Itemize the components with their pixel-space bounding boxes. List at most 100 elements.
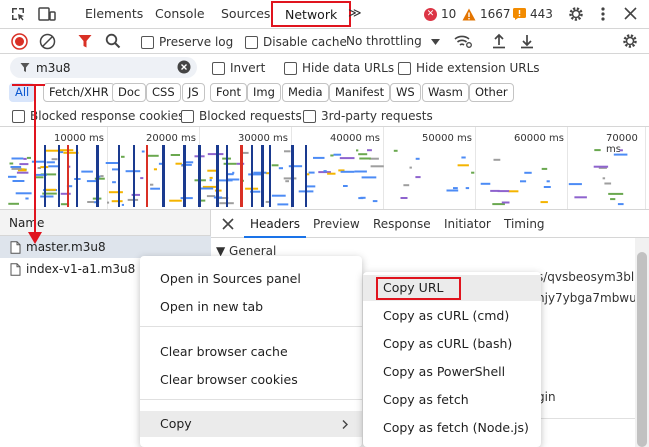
checkbox-box[interactable] bbox=[212, 61, 225, 75]
tab-initiator[interactable]: Initiator bbox=[444, 210, 491, 238]
device-toolbar-icon[interactable] bbox=[38, 6, 56, 22]
waterfall-marker bbox=[96, 145, 99, 207]
waterfall-bar bbox=[284, 150, 291, 153]
waterfall-bar bbox=[333, 153, 342, 156]
type-filter-js[interactable]: JS bbox=[182, 83, 205, 102]
type-filter-wasm[interactable]: Wasm bbox=[422, 83, 469, 102]
waterfall-bar bbox=[400, 197, 408, 199]
checkbox-box[interactable] bbox=[245, 35, 258, 49]
type-filter-font[interactable]: Font bbox=[210, 83, 248, 102]
waterfall-bar bbox=[86, 180, 98, 183]
type-filter-other[interactable]: Other bbox=[469, 83, 514, 102]
issues-counter[interactable]: 443 bbox=[513, 7, 553, 21]
tab-sources[interactable]: Sources bbox=[221, 0, 270, 28]
waterfall-bar bbox=[604, 182, 612, 185]
type-filter-ws[interactable]: WS bbox=[390, 83, 421, 102]
checkbox-box[interactable] bbox=[12, 109, 25, 123]
waterfall-bar bbox=[153, 168, 157, 171]
filter-input[interactable]: m3u8 bbox=[10, 57, 197, 78]
scrollbar-thumb[interactable] bbox=[637, 252, 647, 447]
close-devtools-icon[interactable] bbox=[624, 7, 637, 20]
type-filter-css[interactable]: CSS bbox=[146, 83, 181, 102]
name-column-header[interactable]: Name bbox=[9, 216, 44, 230]
type-filter-manifest[interactable]: Manifest bbox=[329, 83, 391, 102]
tab-network[interactable]: Network bbox=[271, 1, 352, 27]
menu-item-copy-as-fetch[interactable]: Copy as fetch bbox=[363, 387, 541, 413]
menu-item-copy-as-curl-bash[interactable]: Copy as cURL (bash) bbox=[363, 331, 541, 357]
filter-row: m3u8 Invert Hide data URLs Hide extensio… bbox=[0, 55, 649, 80]
waterfall-marker bbox=[216, 145, 219, 207]
hide-data-urls-checkbox[interactable]: Hide data URLs bbox=[284, 61, 394, 75]
inspect-element-icon[interactable] bbox=[10, 6, 26, 22]
annotation-arrow-shaft bbox=[12, 84, 45, 86]
waterfall-marker bbox=[76, 145, 78, 207]
third-party-requests-checkbox[interactable]: 3rd-party requests bbox=[303, 109, 433, 123]
tab-preview[interactable]: Preview bbox=[313, 210, 360, 238]
waterfall-bar bbox=[12, 180, 25, 182]
settings-gear-icon[interactable] bbox=[568, 6, 584, 22]
menu-item-copy-as-curl-cmd[interactable]: Copy as cURL (cmd) bbox=[363, 303, 541, 329]
waterfall-bar bbox=[25, 197, 29, 200]
menu-item-clear-browser-cache[interactable]: Clear browser cache bbox=[140, 339, 362, 365]
checkbox-box[interactable] bbox=[284, 61, 297, 75]
menu-item-copy-as-fetch-nodejs[interactable]: Copy as fetch (Node.js) bbox=[363, 415, 541, 441]
export-har-icon[interactable] bbox=[520, 33, 534, 49]
checkbox-box[interactable] bbox=[398, 61, 411, 75]
type-filter-media[interactable]: Media bbox=[282, 83, 329, 102]
close-details-icon[interactable] bbox=[222, 218, 234, 230]
timeline-overview[interactable]: 10000 ms 20000 ms 30000 ms 40000 ms 5000… bbox=[0, 127, 649, 210]
menu-item-copy[interactable]: Copy bbox=[140, 411, 362, 437]
network-toolbar: Preserve log Disable cache No throttling bbox=[0, 29, 649, 54]
record-stop-icon[interactable] bbox=[11, 33, 28, 50]
import-har-icon[interactable] bbox=[492, 33, 506, 49]
tab-response[interactable]: Response bbox=[373, 210, 431, 238]
checkbox-box[interactable] bbox=[181, 109, 194, 123]
menu-item-open-in-sources[interactable]: Open in Sources panel bbox=[140, 266, 362, 292]
warning-counter[interactable]: 1667 bbox=[462, 7, 511, 21]
menu-item-clear-browser-cookies[interactable]: Clear browser cookies bbox=[140, 367, 362, 393]
chevron-right-icon bbox=[342, 420, 348, 429]
tab-elements[interactable]: Elements bbox=[85, 0, 143, 28]
disable-cache-checkbox[interactable]: Disable cache bbox=[245, 35, 347, 49]
waterfall-bar bbox=[8, 202, 19, 205]
filter-funnel-icon[interactable] bbox=[78, 34, 92, 49]
waterfall-bar bbox=[107, 201, 110, 204]
more-options-icon[interactable] bbox=[600, 6, 606, 22]
waterfall-bar bbox=[617, 203, 624, 206]
clear-filter-icon[interactable] bbox=[177, 60, 191, 74]
invert-checkbox[interactable]: Invert bbox=[212, 61, 265, 75]
menu-item-copy-as-powershell[interactable]: Copy as PowerShell bbox=[363, 359, 541, 385]
type-filter-doc[interactable]: Doc bbox=[112, 83, 147, 102]
preserve-log-checkbox[interactable]: Preserve log bbox=[141, 35, 233, 49]
checkbox-box[interactable] bbox=[141, 35, 154, 49]
blocked-response-cookies-checkbox[interactable]: Blocked response cookies bbox=[12, 109, 184, 123]
search-icon[interactable] bbox=[105, 33, 121, 49]
waterfall-bar bbox=[127, 198, 139, 201]
details-scrollbar[interactable] bbox=[635, 238, 649, 447]
waterfall-bar bbox=[8, 175, 17, 178]
tab-timing[interactable]: Timing bbox=[504, 210, 545, 238]
network-conditions-icon[interactable] bbox=[454, 34, 472, 49]
menu-item-open-in-new-tab[interactable]: Open in new tab bbox=[140, 294, 362, 320]
type-filter-img[interactable]: Img bbox=[247, 83, 281, 102]
hide-extension-urls-checkbox[interactable]: Hide extension URLs bbox=[398, 61, 540, 75]
network-settings-gear-icon[interactable] bbox=[622, 33, 638, 49]
waterfall-bar bbox=[323, 170, 327, 173]
annotation-arrow-head bbox=[28, 232, 42, 244]
blocked-requests-checkbox[interactable]: Blocked requests bbox=[181, 109, 302, 123]
waterfall-bar bbox=[493, 158, 501, 161]
waterfall-bar bbox=[361, 176, 377, 179]
waterfall-bar bbox=[461, 156, 466, 159]
error-counter[interactable]: ✕ 10 bbox=[424, 7, 456, 21]
throttling-select[interactable]: No throttling bbox=[346, 34, 422, 48]
tab-console[interactable]: Console bbox=[155, 0, 205, 28]
waterfall-bar bbox=[372, 200, 378, 203]
waterfall-bar bbox=[613, 153, 628, 156]
waterfall-bar bbox=[87, 201, 95, 203]
type-filter-fetch-xhr[interactable]: Fetch/XHR bbox=[43, 83, 115, 102]
tab-headers[interactable]: Headers bbox=[244, 210, 306, 238]
checkbox-box[interactable] bbox=[303, 109, 316, 123]
chevron-down-icon[interactable] bbox=[431, 39, 440, 45]
more-tabs-button[interactable]: ≫ bbox=[348, 0, 362, 28]
clear-icon[interactable] bbox=[39, 33, 56, 50]
